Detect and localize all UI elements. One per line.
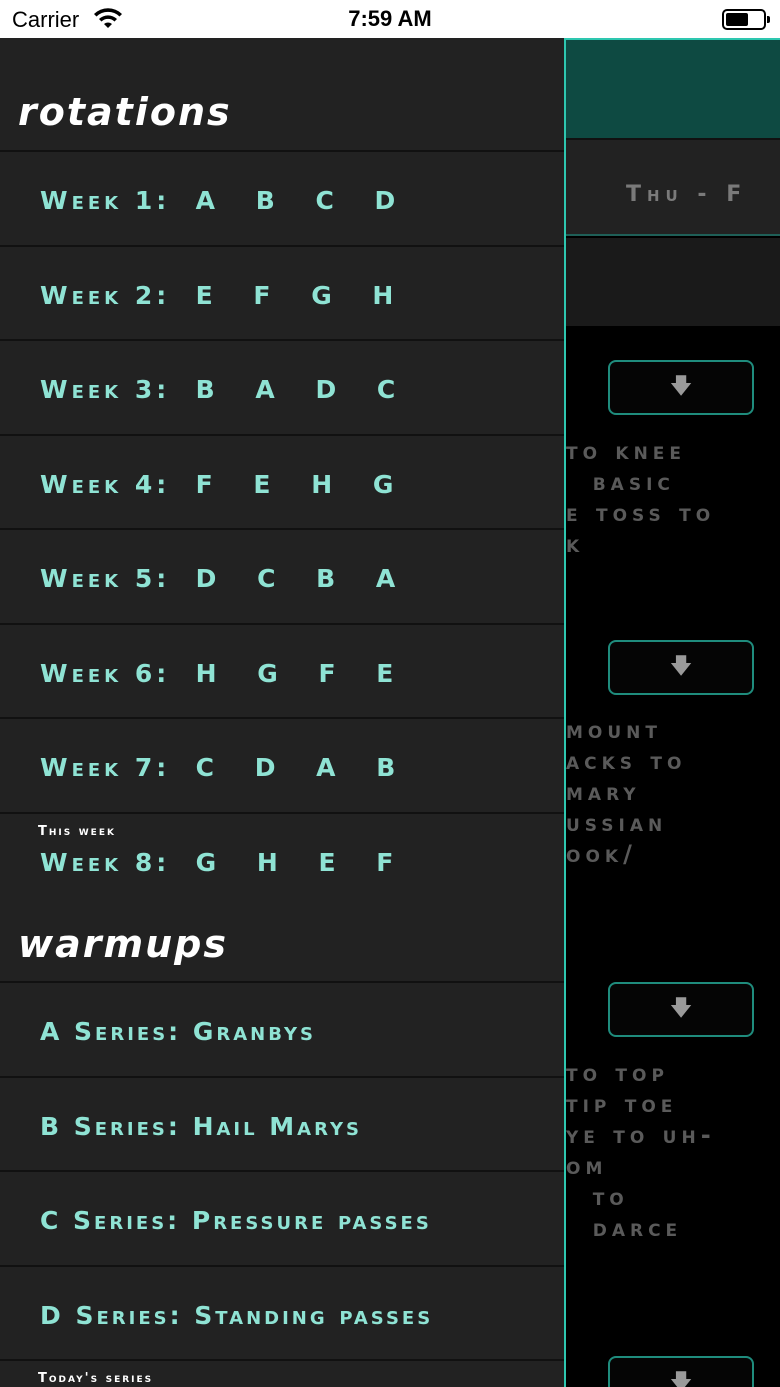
nav-bar <box>566 40 780 138</box>
main-screen-behind-drawer[interactable]: Thu - F 🡇 to knee basic e toss to k 🡇 mo… <box>564 38 780 1387</box>
arrow-down-icon: 🡇 <box>669 1369 693 1387</box>
series-label: A Series: Granbys <box>40 1017 316 1046</box>
week-label: Week 7: C D A B <box>40 753 412 782</box>
week-item[interactable]: Week 3: B A D C <box>0 339 564 434</box>
week-label: Week 4: F E H G <box>40 470 410 499</box>
week-item[interactable]: Week 5: D C B A <box>0 528 564 623</box>
week-item[interactable]: Week 6: H G F E <box>0 623 564 718</box>
series-item-current[interactable]: Today's series <box>0 1359 564 1387</box>
download-button[interactable]: 🡇 <box>608 640 754 695</box>
rotations-title: rotations <box>18 90 232 134</box>
week-label: Week 1: A B C D <box>40 186 412 215</box>
download-button[interactable]: 🡇 <box>608 360 754 415</box>
week-label: Week 2: E F G H <box>40 281 410 310</box>
series-item[interactable]: B Series: Hail Marys <box>0 1076 564 1171</box>
battery-icon <box>722 9 770 30</box>
week-item[interactable]: Week 1: A B C D <box>0 150 564 245</box>
technique-text: mount acks to mary ussian ook/ <box>566 716 687 868</box>
row-band <box>566 238 780 326</box>
warmups-title: warmups <box>18 922 228 966</box>
technique-text: to knee basic e toss to k <box>566 437 716 558</box>
week-label: Week 8: G H E F <box>40 848 410 877</box>
week-item[interactable]: Week 2: E F G H <box>0 245 564 340</box>
week-item[interactable]: Week 7: C D A B <box>0 717 564 812</box>
download-button[interactable]: 🡇 <box>608 982 754 1037</box>
week-label: Week 6: H G F E <box>40 659 410 688</box>
arrow-down-icon: 🡇 <box>669 373 693 399</box>
series-label: B Series: Hail Marys <box>40 1112 362 1141</box>
arrow-down-icon: 🡇 <box>669 995 693 1021</box>
todays-series-badge: Today's series <box>38 1371 154 1386</box>
week-item-current[interactable]: This week Week 8: G H E F <box>0 812 564 907</box>
this-week-badge: This week <box>38 824 116 839</box>
download-button[interactable]: 🡇 <box>608 1356 754 1387</box>
series-item[interactable]: D Series: Standing passes <box>0 1265 564 1360</box>
week-item[interactable]: Week 4: F E H G <box>0 434 564 529</box>
clock: 7:59 AM <box>348 6 432 31</box>
side-drawer: rotations Week 1: A B C D Week 2: E F G … <box>0 38 564 1387</box>
week-label: Week 3: B A D C <box>40 375 412 404</box>
series-item[interactable]: A Series: Granbys <box>0 981 564 1076</box>
series-label: C Series: Pressure passes <box>40 1206 432 1235</box>
series-item[interactable]: C Series: Pressure passes <box>0 1170 564 1265</box>
technique-text: to top tip toe ye to uh- om to darce <box>566 1059 716 1242</box>
arrow-down-icon: 🡇 <box>669 653 693 679</box>
day-label: Thu - F <box>626 182 748 207</box>
series-label: D Series: Standing passes <box>40 1301 434 1330</box>
week-label: Week 5: D C B A <box>40 564 412 593</box>
status-bar: Carrier 7:59 AM <box>0 0 780 38</box>
